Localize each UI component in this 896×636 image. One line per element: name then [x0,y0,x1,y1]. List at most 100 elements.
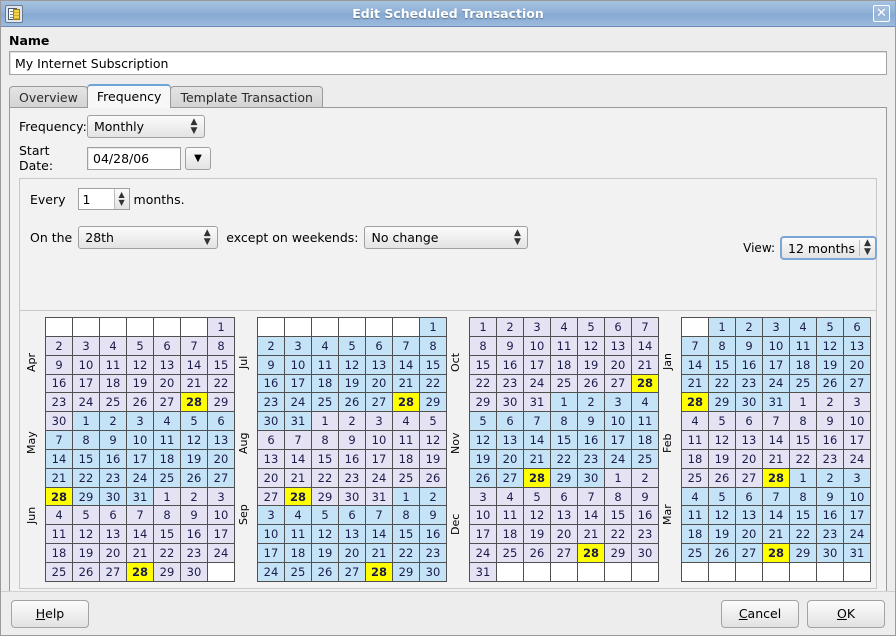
calendar-day-cell[interactable]: 13 [208,431,235,450]
calendar-day-cell[interactable]: 1 [208,318,235,337]
calendar-day-cell[interactable]: 31 [844,544,871,563]
calendar-day-cell-occurrence[interactable]: 28 [578,544,605,563]
calendar-day-cell[interactable]: 19 [817,355,844,374]
calendar-day-cell[interactable]: 5 [817,318,844,337]
calendar-day-cell[interactable]: 5 [578,318,605,337]
calendar-day-cell[interactable]: 30 [181,562,208,581]
calendar-day-cell-occurrence[interactable]: 28 [127,562,154,581]
calendar-day-cell[interactable]: 1 [420,318,447,337]
calendar-day-cell[interactable]: 29 [73,487,100,506]
calendar-day-cell[interactable]: 18 [497,525,524,544]
calendar-day-cell[interactable]: 12 [578,336,605,355]
calendar-day-cell[interactable]: 22 [312,468,339,487]
calendar-day-cell[interactable]: 15 [420,355,447,374]
calendar-day-cell[interactable]: 3 [844,468,871,487]
calendar-day-cell[interactable]: 29 [393,562,420,581]
calendar-day-cell[interactable]: 13 [154,355,181,374]
calendar-day-cell[interactable]: 11 [682,506,709,525]
calendar-day-cell[interactable]: 1 [470,318,497,337]
calendar-day-cell[interactable]: 3 [524,318,551,337]
calendar-day-cell[interactable]: 23 [817,525,844,544]
calendar-day-cell[interactable]: 19 [312,544,339,563]
calendar-day-cell[interactable]: 26 [470,468,497,487]
calendar-day-cell[interactable]: 5 [420,412,447,431]
calendar-day-cell[interactable]: 2 [339,412,366,431]
calendar-day-cell[interactable]: 7 [181,336,208,355]
calendar-day-cell[interactable]: 15 [154,525,181,544]
calendar-day-cell[interactable]: 26 [524,544,551,563]
calendar-day-cell[interactable]: 8 [154,506,181,525]
calendar-day-cell[interactable]: 14 [524,431,551,450]
calendar-day-cell[interactable]: 18 [154,449,181,468]
calendar-day-cell[interactable]: 9 [736,336,763,355]
calendar-day-cell[interactable]: 27 [154,393,181,412]
calendar-day-cell[interactable]: 15 [470,355,497,374]
calendar-day-cell[interactable]: 13 [844,336,871,355]
calendar-day-cell[interactable]: 7 [763,487,790,506]
calendar-day-cell[interactable]: 30 [632,544,659,563]
calendar-day-cell[interactable]: 17 [844,431,871,450]
cancel-button[interactable]: Cancel [721,600,799,628]
calendar-day-cell[interactable]: 2 [258,336,285,355]
calendar-day-cell[interactable]: 12 [470,431,497,450]
calendar-day-cell-occurrence[interactable]: 28 [632,374,659,393]
calendar-day-cell[interactable]: 2 [817,393,844,412]
calendar-day-cell[interactable]: 30 [497,393,524,412]
calendar-day-cell[interactable]: 2 [181,487,208,506]
calendar-day-cell[interactable]: 3 [605,393,632,412]
calendar-day-cell[interactable]: 19 [524,525,551,544]
calendar-day-cell[interactable]: 4 [312,336,339,355]
calendar-day-cell[interactable]: 8 [551,412,578,431]
calendar-day-cell[interactable]: 1 [73,412,100,431]
calendar-day-cell[interactable]: 25 [790,374,817,393]
calendar-day-cell[interactable]: 9 [578,412,605,431]
calendar-day-cell[interactable]: 14 [763,506,790,525]
start-date-input[interactable]: 04/28/06 [87,147,181,170]
calendar-day-cell[interactable]: 29 [312,487,339,506]
calendar-day-cell[interactable]: 10 [258,525,285,544]
calendar-day-cell[interactable]: 10 [524,336,551,355]
calendar-day-cell[interactable]: 27 [605,374,632,393]
calendar-day-cell-occurrence[interactable]: 28 [393,393,420,412]
calendar-day-cell[interactable]: 16 [736,355,763,374]
calendar-day-cell[interactable]: 22 [154,544,181,563]
calendar-day-cell[interactable]: 12 [312,525,339,544]
calendar-day-cell[interactable]: 18 [100,374,127,393]
calendar-day-cell[interactable]: 20 [154,374,181,393]
calendar-day-cell[interactable]: 3 [127,412,154,431]
calendar-day-cell[interactable]: 10 [208,506,235,525]
calendar-day-cell[interactable]: 19 [127,374,154,393]
calendar-day-cell[interactable]: 3 [470,487,497,506]
calendar-day-cell[interactable]: 31 [470,562,497,581]
calendar-day-cell[interactable]: 24 [470,544,497,563]
calendar-day-cell[interactable]: 29 [420,393,447,412]
calendar-day-cell[interactable]: 22 [470,374,497,393]
calendar-day-cell[interactable]: 18 [682,525,709,544]
calendar-day-cell[interactable]: 5 [524,487,551,506]
calendar-day-cell[interactable]: 5 [470,412,497,431]
calendar-day-cell[interactable]: 20 [605,355,632,374]
calendar-day-cell[interactable]: 8 [470,336,497,355]
calendar-day-cell[interactable]: 24 [127,468,154,487]
calendar-day-cell[interactable]: 9 [46,355,73,374]
calendar-day-cell[interactable]: 17 [258,544,285,563]
calendar-day-cell[interactable]: 15 [312,449,339,468]
calendar-day-cell[interactable]: 1 [551,393,578,412]
calendar-day-cell[interactable]: 31 [127,487,154,506]
calendar-day-cell[interactable]: 29 [154,562,181,581]
calendar-day-cell[interactable]: 25 [100,393,127,412]
calendar-day-cell[interactable]: 22 [393,544,420,563]
calendar-day-cell[interactable]: 6 [258,431,285,450]
calendar-day-cell[interactable]: 26 [578,374,605,393]
calendar-day-cell[interactable]: 3 [208,487,235,506]
calendar-day-cell[interactable]: 22 [73,468,100,487]
calendar-day-cell[interactable]: 16 [258,374,285,393]
calendar-day-cell[interactable]: 30 [339,487,366,506]
calendar-day-cell[interactable]: 7 [682,336,709,355]
calendar-day-cell[interactable]: 8 [790,487,817,506]
calendar-day-cell[interactable]: 20 [844,355,871,374]
view-range-select[interactable]: 12 months ▲▼ [780,236,877,260]
calendar-day-cell[interactable]: 15 [709,355,736,374]
calendar-day-cell[interactable]: 24 [366,468,393,487]
calendar-day-cell[interactable]: 23 [258,393,285,412]
